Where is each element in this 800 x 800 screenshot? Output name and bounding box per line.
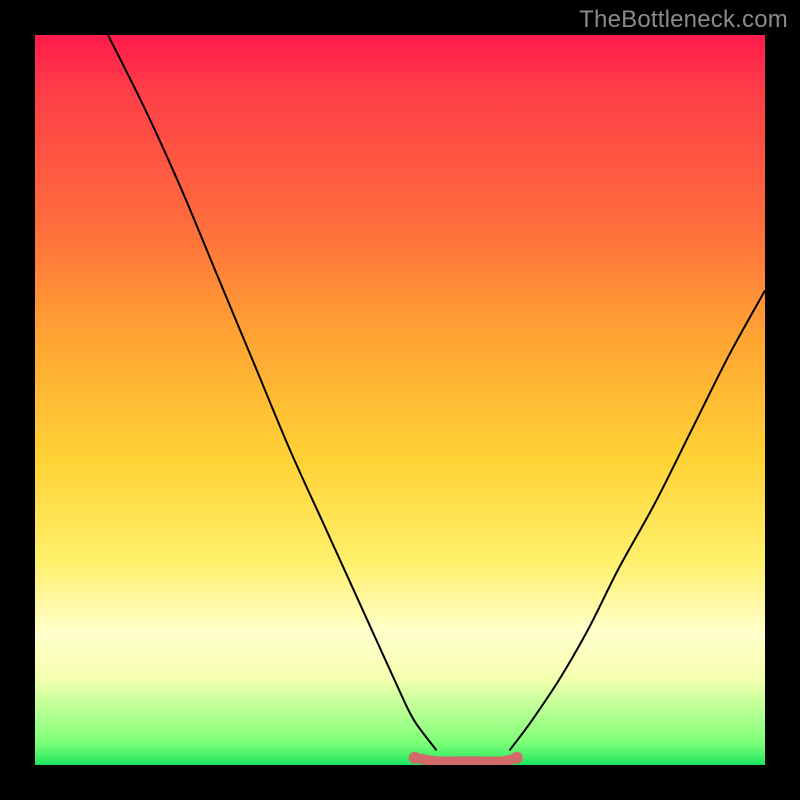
right-branch-line — [510, 291, 766, 751]
bottom-band — [409, 752, 523, 764]
left-branch-line — [108, 35, 437, 750]
chart-frame: TheBottleneck.com — [0, 0, 800, 800]
watermark-text: TheBottleneck.com — [579, 6, 788, 34]
chart-svg — [35, 35, 765, 765]
plot-area — [35, 35, 765, 765]
